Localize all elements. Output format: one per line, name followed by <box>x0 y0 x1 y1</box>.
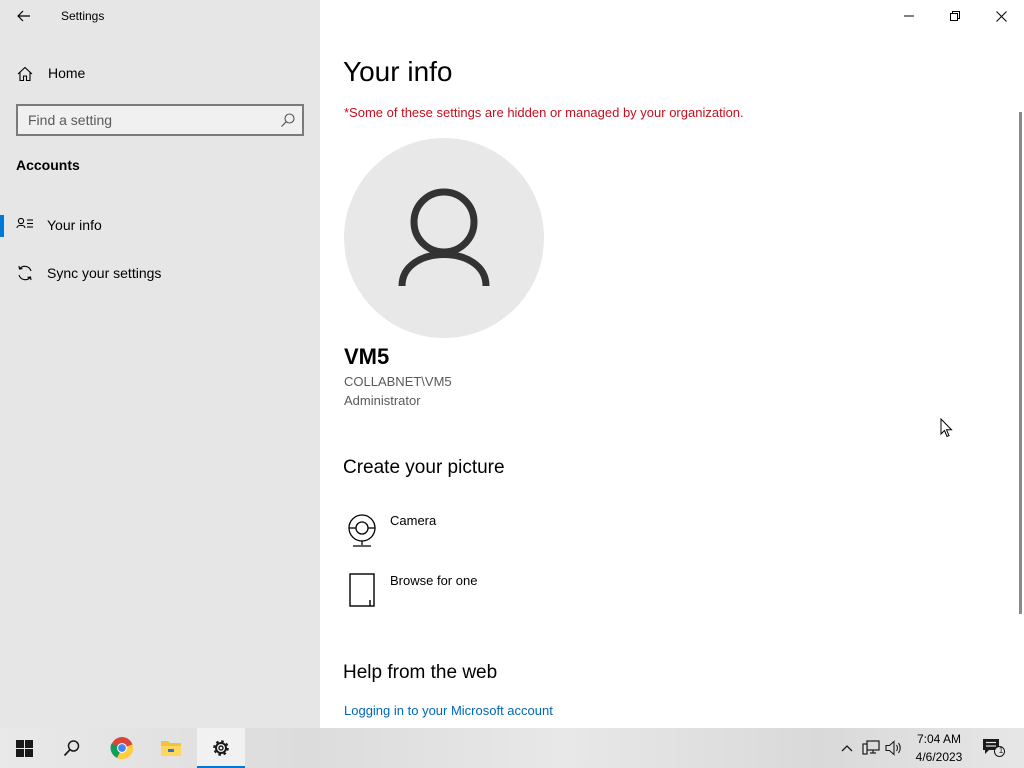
microsoft-account-help-link[interactable]: Logging in to your Microsoft account <box>344 703 553 718</box>
taskbar: 7:04 AM 4/6/2023 1 <box>0 728 1024 768</box>
help-heading: Help from the web <box>343 662 498 683</box>
sidebar-item-label: Sync your settings <box>47 265 162 281</box>
notification-count-badge: 1 <box>998 746 1004 755</box>
app-title: Settings <box>61 9 105 23</box>
nav-home[interactable]: Home <box>0 58 320 90</box>
page-title: Your info <box>343 56 453 87</box>
back-arrow-icon <box>17 10 30 22</box>
sidebar: Settings Home Accounts Your info <box>0 0 320 728</box>
network-tray-button[interactable] <box>861 738 881 758</box>
search-input[interactable] <box>18 106 274 134</box>
mouse-cursor-icon <box>940 418 953 438</box>
taskbar-file-explorer[interactable] <box>147 728 195 768</box>
avatar <box>344 138 544 338</box>
user-name: VM5 <box>344 344 390 369</box>
minimize-button[interactable] <box>886 0 932 32</box>
browse-option-label: Browse for one <box>390 573 478 588</box>
minimize-icon <box>904 15 914 17</box>
chrome-icon <box>110 737 134 760</box>
clock-date: 4/6/2023 <box>915 750 963 764</box>
scrollbar[interactable] <box>1019 112 1022 614</box>
person-list-icon <box>16 217 33 229</box>
network-icon <box>862 740 880 755</box>
nav-home-label: Home <box>48 65 86 81</box>
camera-option[interactable]: Camera <box>344 512 644 556</box>
volume-tray-button[interactable] <box>884 738 904 758</box>
search-box[interactable] <box>16 104 304 136</box>
start-button[interactable] <box>0 728 48 768</box>
taskbar-clock[interactable]: 7:04 AM 4/6/2023 <box>908 730 970 766</box>
section-title: Accounts <box>16 157 80 173</box>
search-icon[interactable] <box>280 112 296 128</box>
home-icon <box>17 66 33 82</box>
camera-option-label: Camera <box>390 513 437 528</box>
person-icon <box>398 188 490 287</box>
speaker-icon <box>885 740 901 756</box>
sync-icon <box>18 265 32 281</box>
camera-icon <box>348 514 376 547</box>
show-hidden-icons-button[interactable] <box>837 738 857 758</box>
close-button[interactable] <box>978 0 1024 32</box>
file-icon <box>349 573 375 607</box>
action-center-button[interactable]: 1 <box>982 738 1006 758</box>
managed-warning: *Some of these settings are hidden or ma… <box>344 105 744 120</box>
browse-option[interactable]: Browse for one <box>344 572 644 616</box>
clock-time: 7:04 AM <box>916 732 962 746</box>
restore-icon <box>950 11 960 21</box>
user-account: COLLABNET\VM5 <box>344 374 452 389</box>
sidebar-item-your-info[interactable]: Your info <box>0 205 320 245</box>
close-icon <box>995 10 1007 22</box>
user-role: Administrator <box>344 393 421 408</box>
back-button[interactable] <box>8 2 40 30</box>
search-icon <box>63 740 80 757</box>
sidebar-item-sync-settings[interactable]: Sync your settings <box>0 253 320 293</box>
windows-logo-icon <box>15 739 33 757</box>
restore-button[interactable] <box>932 0 978 32</box>
taskbar-settings[interactable] <box>197 728 245 768</box>
active-indicator <box>0 215 4 237</box>
title-bar: Settings <box>0 0 320 32</box>
chevron-up-icon <box>841 745 853 752</box>
sidebar-item-label: Your info <box>47 217 102 233</box>
create-picture-heading: Create your picture <box>343 457 505 478</box>
taskbar-chrome[interactable] <box>98 728 146 768</box>
folder-icon <box>161 741 181 756</box>
taskbar-search-button[interactable] <box>48 728 96 768</box>
gear-icon <box>213 740 229 756</box>
